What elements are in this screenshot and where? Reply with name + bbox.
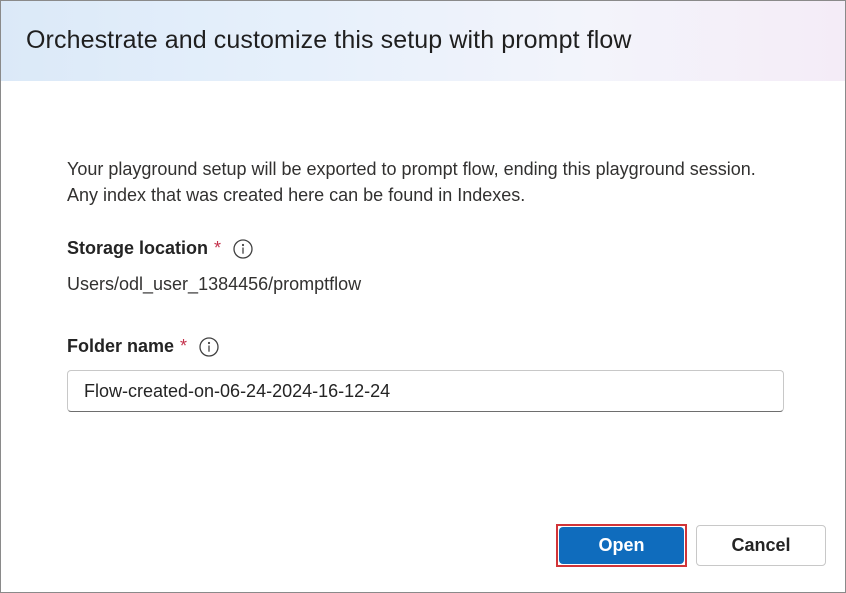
open-button[interactable]: Open [559,527,684,564]
folder-name-label-group: Folder name * [67,336,219,357]
dialog-title: Orchestrate and customize this setup wit… [26,26,632,54]
dialog-description: Your playground setup will be exported t… [67,159,756,205]
folder-name-input[interactable] [67,370,784,412]
folder-name-label: Folder name [67,336,175,356]
storage-location-value: Users/odl_user_1384456/promptflow [67,274,362,294]
storage-location-label: Storage location [67,238,209,258]
dialog-header: Orchestrate and customize this setup wit… [1,1,845,81]
cancel-button[interactable]: Cancel [696,525,826,566]
export-to-prompt-flow-dialog: Orchestrate and customize this setup wit… [0,0,846,593]
info-icon[interactable] [233,238,253,259]
storage-location-label-group: Storage location * [67,238,253,259]
required-indicator: * [180,336,188,356]
info-icon[interactable] [199,336,219,357]
required-indicator: * [214,238,222,258]
